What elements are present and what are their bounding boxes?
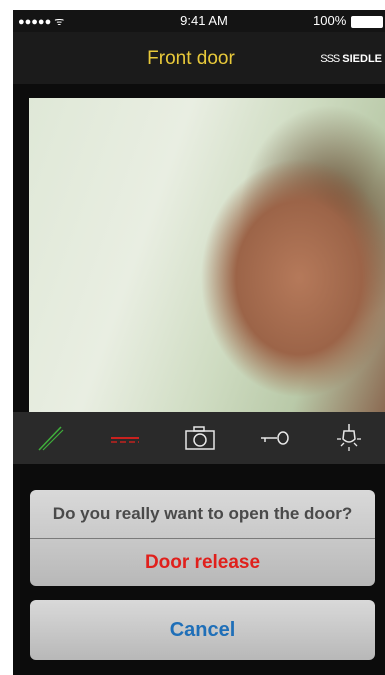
brand-logo: SSS SIEDLE [320,53,382,65]
cancel-button[interactable]: Cancel [30,600,375,660]
call-controls-toolbar [13,412,385,464]
battery-icon [351,16,383,28]
camera-icon[interactable] [184,422,216,454]
phone-answer-icon[interactable] [34,422,66,454]
phone-screen: ●●●●● ᯤ 9:41 AM 100% Front door SSS SIEDL… [13,10,385,675]
dialog-question: Do you really want to open the door? [52,504,353,523]
brand-mark: SSS [320,53,340,65]
light-icon[interactable] [333,422,365,454]
door-release-button[interactable]: Door release [30,539,375,586]
door-release-dialog: Do you really want to open the door? Doo… [30,490,375,586]
battery-percent: 100% [313,13,347,28]
status-bar: ●●●●● ᯤ 9:41 AM 100% [13,10,385,32]
brand-name: SIEDLE [342,53,382,65]
key-icon[interactable] [259,422,291,454]
door-camera-video [29,98,385,412]
navigation-bar: Front door SSS SIEDLE [13,32,385,84]
phone-hangup-icon[interactable] [109,422,141,454]
